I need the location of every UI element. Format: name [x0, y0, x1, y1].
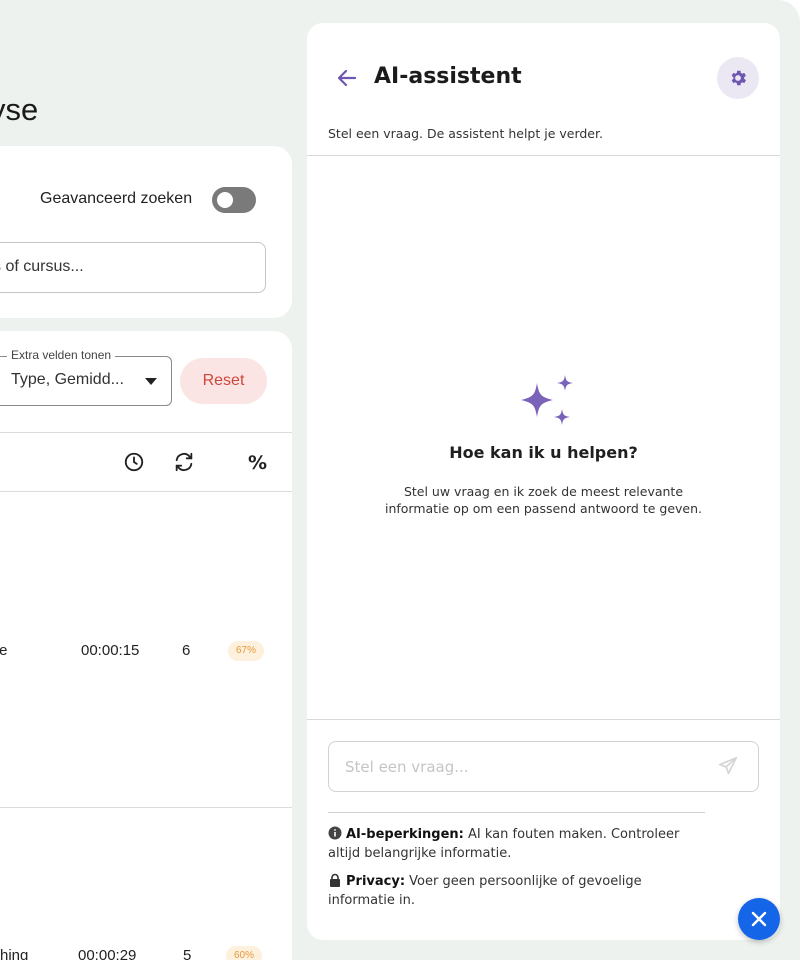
row-duration: 00:00:15	[81, 642, 140, 659]
notes-divider	[328, 812, 705, 813]
extra-fields-select[interactable]: Extra velden tonen Type, Gemidd...	[0, 348, 172, 406]
empty-state-title: Hoe kan ik u helpen?	[449, 443, 638, 462]
row-name: oice	[0, 642, 8, 659]
extra-fields-value: Type, Gemidd...	[11, 371, 124, 388]
lock-icon	[330, 873, 340, 887]
row-name: atching	[0, 947, 29, 960]
advanced-search-toggle[interactable]	[212, 187, 256, 213]
search-card: Geavanceerd zoeken s of cursus...	[0, 146, 292, 318]
clock-icon[interactable]	[123, 451, 145, 473]
row-attempts: 6	[182, 642, 191, 659]
header-divider	[307, 155, 780, 156]
row-duration: 00:00:29	[78, 947, 137, 960]
empty-state-body: Stel uw vraag en ik zoek de meest releva…	[384, 484, 702, 516]
privacy-note: Privacy: Voer geen persoonlijke of gevoe…	[328, 872, 708, 910]
search-input[interactable]: s of cursus...	[0, 242, 266, 293]
ai-limitations-note: AI-beperkingen: AI kan fouten maken. Con…	[328, 825, 708, 863]
percent-column-header[interactable]: %	[248, 452, 267, 474]
limitations-title: AI-beperkingen:	[346, 827, 464, 842]
chat-input[interactable]: Stel een vraag...	[328, 741, 759, 792]
toggle-knob	[217, 192, 233, 208]
table-top-divider	[0, 432, 292, 433]
caret-down-icon	[145, 378, 157, 385]
row-attempts: 5	[183, 947, 192, 960]
panel-subtitle: Stel een vraag. De assistent helpt je ve…	[328, 126, 603, 141]
input-area-divider	[307, 719, 780, 720]
row-divider	[0, 807, 292, 808]
table-header-divider	[0, 491, 292, 492]
settings-button[interactable]	[717, 57, 759, 99]
percent-badge: 67%	[228, 641, 264, 661]
info-icon	[328, 826, 342, 840]
advanced-search-label: Geavanceerd zoeken	[40, 190, 193, 207]
ai-assistant-panel: AI-assistent Stel een vraag. De assisten…	[307, 23, 780, 940]
gear-icon	[731, 70, 746, 86]
close-icon	[751, 911, 767, 927]
extra-fields-label: Extra velden tonen	[7, 348, 116, 362]
close-assistant-button[interactable]	[738, 898, 780, 940]
reset-button[interactable]: Reset	[180, 358, 267, 404]
arrow-left-icon[interactable]	[335, 67, 359, 89]
privacy-title: Privacy:	[346, 874, 406, 889]
panel-title: AI-assistent	[374, 64, 522, 89]
page-title: yse	[0, 92, 39, 127]
sparkles-icon	[521, 375, 573, 425]
results-card: Extra velden tonen Type, Gemidd... Reset…	[0, 331, 292, 960]
refresh-icon[interactable]	[173, 451, 195, 473]
send-icon[interactable]	[717, 755, 739, 777]
percent-badge: 60%	[226, 946, 262, 960]
